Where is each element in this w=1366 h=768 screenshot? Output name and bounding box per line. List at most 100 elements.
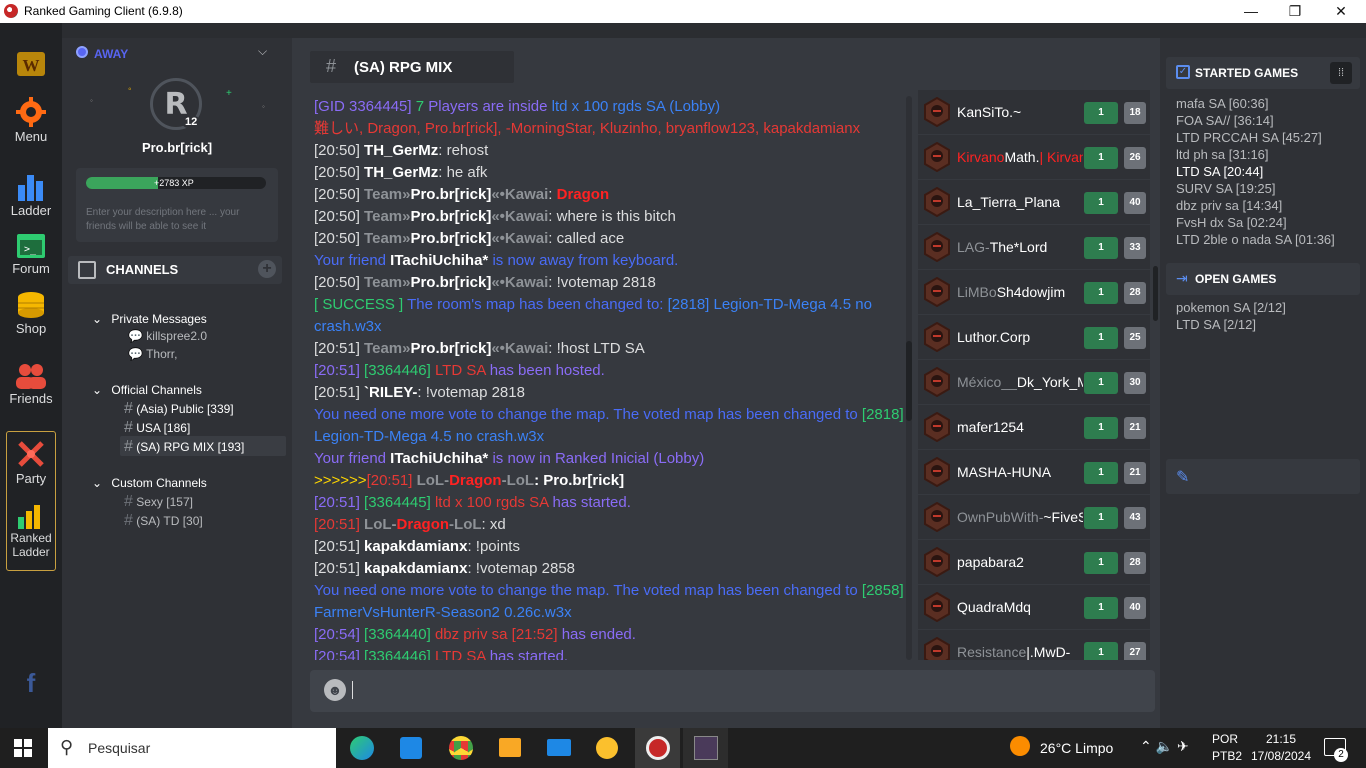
game-link[interactable]: dbz priv sa [21:52] xyxy=(435,626,558,643)
user-row[interactable]: mafer1254 1 21 xyxy=(918,405,1150,450)
nav-shop[interactable]: Shop xyxy=(0,291,62,336)
game-item[interactable]: ltd ph sa [31:16] xyxy=(1176,147,1269,162)
username[interactable]: ITachiUchiha* xyxy=(390,252,488,269)
username[interactable]: kapakdamianx xyxy=(364,560,467,577)
username[interactable]: Pro.br[rick] xyxy=(410,274,491,291)
userlist-scrollbar[interactable] xyxy=(1153,96,1158,660)
restore-button[interactable]: ❐ xyxy=(1272,0,1318,23)
user-name[interactable]: Luthor.Corp xyxy=(957,329,1083,345)
user-name[interactable]: MASHA-HUNA xyxy=(957,464,1083,480)
user-row[interactable]: Resistance|.MwD- 1 27 xyxy=(918,630,1150,660)
nav-menu[interactable]: Menu xyxy=(0,97,62,144)
add-channel-icon[interactable]: + xyxy=(258,260,276,278)
chevron-down-icon[interactable]: ⌵ xyxy=(258,44,267,59)
game-item[interactable]: dbz priv sa [14:34] xyxy=(1176,198,1282,213)
user-name[interactable]: KanSiTo.~ xyxy=(957,104,1083,120)
game-link[interactable]: ltd x 100 rgds SA (Lobby) xyxy=(552,98,720,115)
chrome-icon[interactable] xyxy=(449,736,473,760)
user-name[interactable]: LiMBoSh4dowjim xyxy=(957,284,1083,300)
map-link[interactable]: Legion-TD-Mega 4.5 no crash.w3x xyxy=(314,428,544,445)
app-icon[interactable] xyxy=(596,737,618,759)
tray-icons[interactable]: ⌃ 🔈 ✈ xyxy=(1140,738,1189,755)
chat-log[interactable]: [GID 3364445] 7 Players are inside ltd x… xyxy=(314,96,906,660)
weather-label[interactable]: 26°C Limpo xyxy=(1040,740,1113,756)
username[interactable]: `RILEY- xyxy=(364,384,417,401)
user-row[interactable]: QuadraMdq 1 40 xyxy=(918,585,1150,630)
taskbar-search[interactable]: ⚲ Pesquisar xyxy=(48,728,336,768)
minimize-button[interactable]: — xyxy=(1228,0,1274,23)
channel-item[interactable]: # USA [186] xyxy=(124,419,190,437)
user-name[interactable]: QuadraMdq xyxy=(957,599,1083,615)
game-item[interactable]: FOA SA// [36:14] xyxy=(1176,113,1274,128)
channel-item[interactable]: # (Asia) Public [339] xyxy=(124,400,234,418)
profile-name[interactable]: Pro.br[rick] xyxy=(62,140,292,155)
list-item[interactable]: 💬 Thorr, xyxy=(128,347,177,361)
user-row[interactable]: México__Dk_York_M 1 30 xyxy=(918,360,1150,405)
user-row[interactable]: LAG-The*Lord 1 33 xyxy=(918,225,1150,270)
user-name[interactable]: LAG-The*Lord xyxy=(957,239,1083,255)
user-row[interactable]: MASHA-HUNA 1 21 xyxy=(918,450,1150,495)
user-row[interactable]: KirvanoMath.| Kirvan 1 26 xyxy=(918,135,1150,180)
user-name[interactable]: mafer1254 xyxy=(957,419,1083,435)
user-name[interactable]: papabara2 xyxy=(957,554,1083,570)
game-item[interactable]: LTD SA [20:44] xyxy=(1176,164,1263,179)
clock-time[interactable]: 21:15 xyxy=(1250,732,1312,746)
game-taskbar-button[interactable] xyxy=(683,728,728,768)
user-row[interactable]: La_Tierra_Plana 1 40 xyxy=(918,180,1150,225)
map-link[interactable]: FarmerVsHunterR-Season2 0.26c.w3x xyxy=(314,604,572,621)
username[interactable]: Pro.br[rick] xyxy=(410,340,491,357)
username[interactable]: TH_GerMz xyxy=(364,142,438,159)
game-link[interactable]: LTD SA xyxy=(435,648,486,660)
username[interactable]: Pro.br[rick] xyxy=(410,186,491,203)
username[interactable]: Dragon xyxy=(449,472,502,489)
user-name[interactable]: Resistance|.MwD- xyxy=(957,644,1083,660)
channel-item[interactable]: # Sexy [157] xyxy=(124,493,193,511)
facebook-icon[interactable]: f xyxy=(0,668,62,699)
list-item[interactable]: 💬 killspree2.0 xyxy=(128,329,207,343)
clock-date[interactable]: 17/08/2024 xyxy=(1250,749,1312,763)
expand-icon[interactable]: ⁞⁞ xyxy=(1330,62,1352,84)
user-row[interactable]: papabara2 1 28 xyxy=(918,540,1150,585)
game-item[interactable]: pokemon SA [2/12] xyxy=(1176,300,1286,315)
game-link[interactable]: ltd x 100 rgds SA xyxy=(435,494,548,511)
chat-input[interactable]: ☻ xyxy=(310,670,1155,712)
username[interactable]: Dragon xyxy=(397,516,450,533)
user-name[interactable]: La_Tierra_Plana xyxy=(957,194,1083,210)
ranked-client-taskbar-button[interactable] xyxy=(635,728,680,768)
username[interactable]: kapakdamianx xyxy=(364,538,467,555)
nav-forum[interactable]: >_ Forum xyxy=(0,233,62,276)
game-item[interactable]: mafa SA [60:36] xyxy=(1176,96,1269,111)
username[interactable]: Pro.br[rick] xyxy=(410,230,491,247)
user-name[interactable]: México__Dk_York_M xyxy=(957,374,1083,390)
status-label[interactable]: AWAY xyxy=(94,47,128,61)
channel-item[interactable]: # (SA) TD [30] xyxy=(124,512,203,530)
nav-friends[interactable]: Friends xyxy=(0,363,62,406)
user-row[interactable]: Luthor.Corp 1 25 xyxy=(918,315,1150,360)
channel-item[interactable]: # (SA) RPG MIX [193] xyxy=(124,438,244,456)
description-field[interactable]: Enter your description here ... your fri… xyxy=(86,206,270,234)
user-list[interactable]: KanSiTo.~ 1 18 KirvanoMath.| Kirvan 1 26 La_Ti… xyxy=(918,90,1150,660)
nav-ladder[interactable]: Ladder xyxy=(0,173,62,218)
user-row[interactable]: LiMBoSh4dowjim 1 28 xyxy=(918,270,1150,315)
game-item[interactable]: FvsH dx Sa [02:24] xyxy=(1176,215,1287,230)
game-item[interactable]: LTD 2ble o nada SA [01:36] xyxy=(1176,232,1335,247)
lang-label-2[interactable]: PTB2 xyxy=(1212,749,1242,763)
edit-icon[interactable]: ✎ xyxy=(1176,467,1189,487)
chat-scrollbar[interactable] xyxy=(906,96,912,660)
nav-party[interactable]: Party xyxy=(0,439,62,486)
user-name[interactable]: KirvanoMath.| Kirvan xyxy=(957,149,1083,165)
store-icon[interactable] xyxy=(400,737,422,759)
username[interactable]: Pro.br[rick] xyxy=(410,208,491,225)
official-channels-group[interactable]: ⌄ Official Channels xyxy=(92,383,202,397)
username[interactable]: TH_GerMz xyxy=(364,164,438,181)
lang-label-1[interactable]: POR xyxy=(1212,732,1238,746)
file-explorer-icon[interactable] xyxy=(499,738,521,757)
game-item[interactable]: LTD SA [2/12] xyxy=(1176,317,1256,332)
game-item[interactable]: LTD PRCCAH SA [45:27] xyxy=(1176,130,1322,145)
tab-active-channel[interactable]: # (SA) RPG MIX xyxy=(310,51,514,83)
warcraft-logo-icon[interactable]: W xyxy=(0,48,62,82)
user-row[interactable]: KanSiTo.~ 1 18 xyxy=(918,90,1150,135)
emoji-icon[interactable]: ☻ xyxy=(324,679,346,701)
scrollbar-thumb[interactable] xyxy=(1153,266,1158,321)
private-messages-group[interactable]: ⌄ Private Messages xyxy=(92,312,207,326)
